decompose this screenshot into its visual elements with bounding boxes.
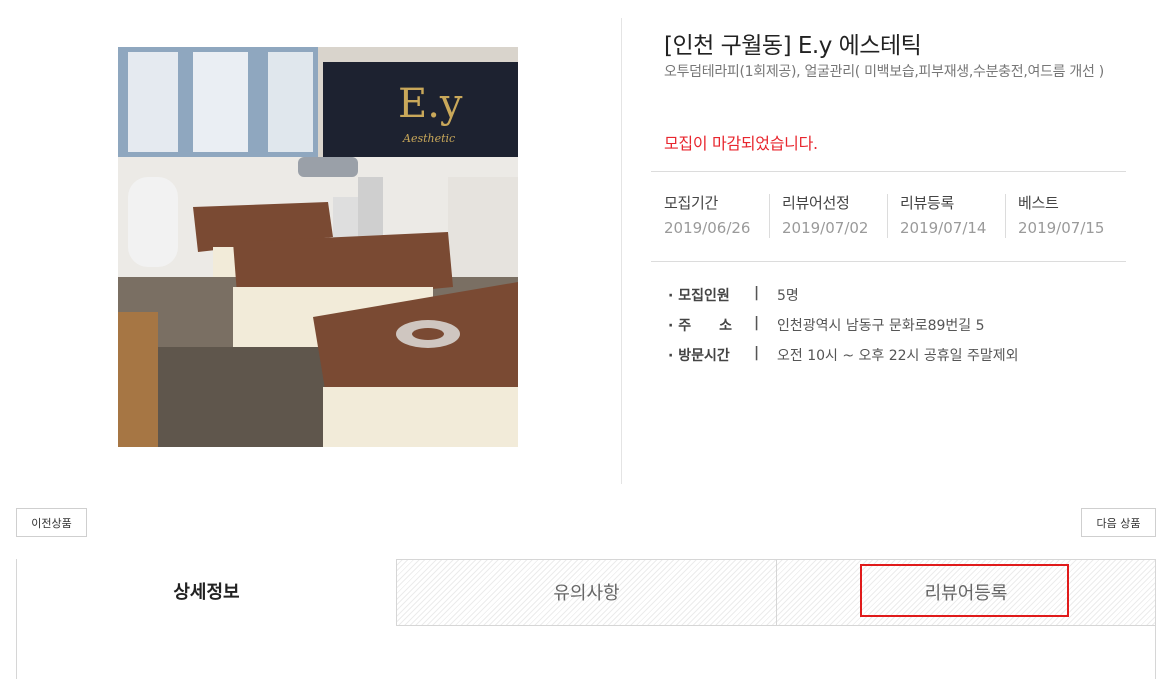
divider bbox=[651, 261, 1126, 262]
schedule-label: 모집기간 bbox=[664, 194, 719, 212]
highlight-box bbox=[860, 564, 1069, 617]
info-separator: | bbox=[754, 285, 760, 301]
schedule-label: 리뷰등록 bbox=[900, 194, 955, 212]
info-separator: | bbox=[754, 315, 760, 331]
schedule-separator bbox=[769, 194, 770, 238]
product-subtitle: 오투덤테라피(1회제공), 얼굴관리( 미백보습,피부재생,수분충전,여드름 개… bbox=[664, 64, 1104, 80]
product-title: [인천 구월동] E.y 에스테틱 bbox=[664, 33, 922, 59]
info-value: 인천광역시 남동구 문화로89번길 5 bbox=[777, 318, 985, 334]
info-value: 5명 bbox=[777, 288, 799, 304]
schedule-separator bbox=[887, 194, 888, 238]
schedule-separator bbox=[1005, 194, 1006, 238]
info-value: 오전 10시 ~ 오후 22시 공휴일 주말제외 bbox=[777, 348, 1019, 364]
schedule-row: 모집기간 2019/06/26 리뷰어선정 2019/07/02 리뷰등록 20… bbox=[651, 192, 1131, 240]
product-photo: E.y Aesthetic bbox=[118, 47, 518, 447]
info-key: · 모집인원 bbox=[668, 288, 730, 304]
vertical-divider bbox=[621, 18, 622, 484]
schedule-date: 2019/07/15 bbox=[1018, 219, 1105, 237]
info-key: · 주 소 bbox=[668, 318, 732, 334]
info-separator: | bbox=[754, 345, 760, 361]
schedule-date: 2019/06/26 bbox=[664, 219, 751, 237]
spa-room-illustration: E.y Aesthetic bbox=[118, 47, 518, 447]
schedule-label: 베스트 bbox=[1018, 194, 1059, 212]
svg-text:Aesthetic: Aesthetic bbox=[402, 132, 455, 145]
next-product-button[interactable]: 다음 상품 bbox=[1081, 508, 1156, 537]
svg-text:E.y: E.y bbox=[398, 81, 463, 127]
tab-notice[interactable]: 유의사항 bbox=[396, 559, 776, 626]
recruitment-closed-notice: 모집이 마감되었습니다. bbox=[664, 134, 818, 153]
schedule-date: 2019/07/14 bbox=[900, 219, 987, 237]
tab-detail-info[interactable]: 상세정보 bbox=[17, 559, 396, 679]
prev-product-button[interactable]: 이전상품 bbox=[16, 508, 87, 537]
schedule-date: 2019/07/02 bbox=[782, 219, 869, 237]
divider bbox=[651, 171, 1126, 172]
schedule-label: 리뷰어선정 bbox=[782, 194, 850, 212]
info-key: · 방문시간 bbox=[668, 348, 730, 364]
